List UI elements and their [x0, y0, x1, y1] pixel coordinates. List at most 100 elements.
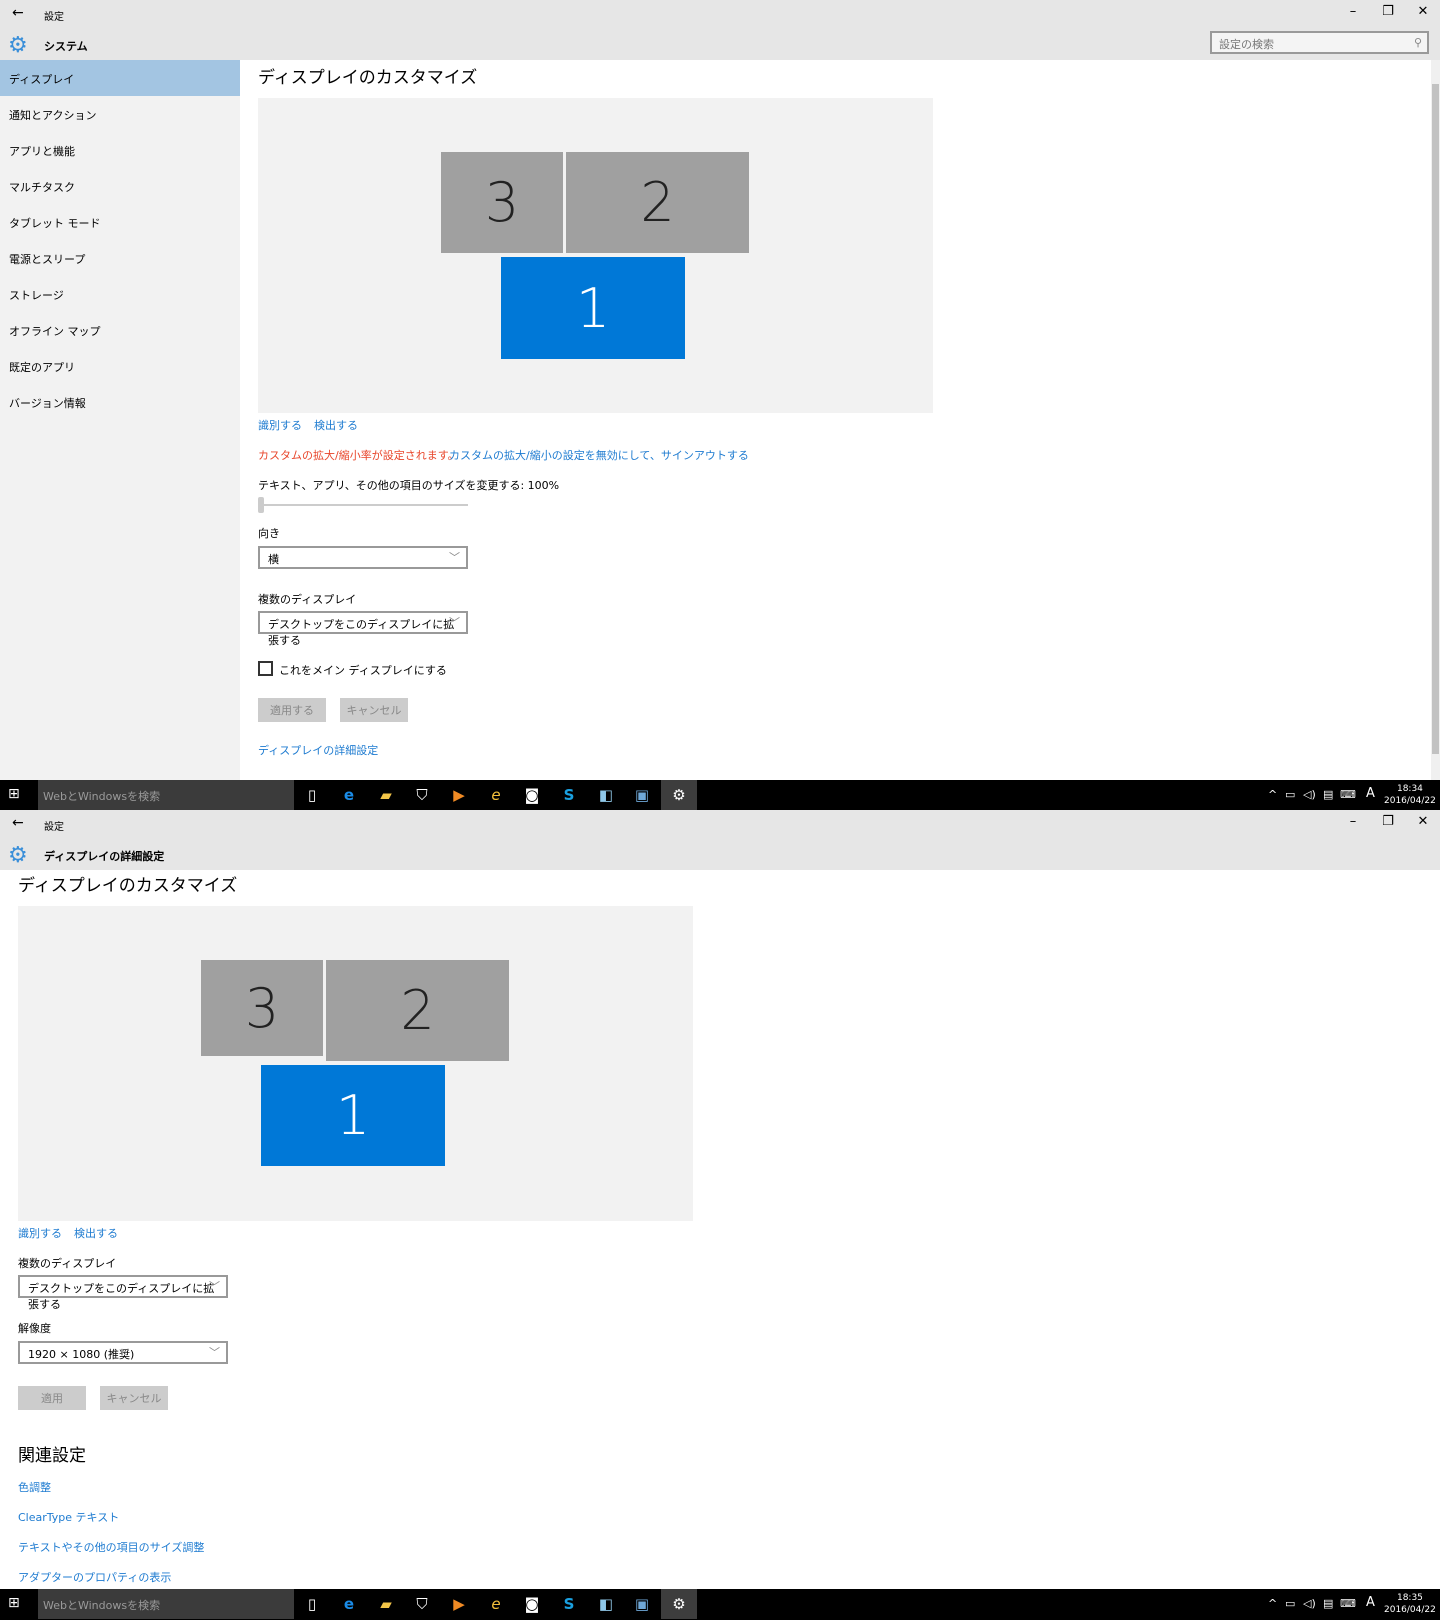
sidebar-item-storage[interactable]: ストレージ	[0, 276, 240, 312]
media-player-icon[interactable]: ▶	[441, 1589, 477, 1619]
main-display-checkbox[interactable]	[258, 661, 273, 676]
volume-icon[interactable]: ◁)	[1303, 788, 1316, 801]
apply-button[interactable]: 適用	[18, 1386, 86, 1410]
file-explorer-icon[interactable]: ▰	[368, 780, 404, 810]
page-heading: ディスプレイのカスタマイズ	[18, 876, 238, 896]
skype-icon[interactable]: S	[551, 1589, 587, 1619]
monitor-1[interactable]: 1	[261, 1065, 445, 1166]
network-icon[interactable]: ▭	[1285, 1597, 1295, 1610]
tray-chevron-icon[interactable]: ^	[1268, 788, 1277, 801]
scrollbar-thumb[interactable]	[1432, 84, 1439, 754]
taskbar: ⊞ WebとWindowsを検索 ▯ e ▰ ⛉ ▶ e ◙ S ◧ ▣ ⚙ ^…	[0, 1589, 1440, 1620]
search-icon[interactable]: ⚲	[1414, 36, 1422, 49]
clock[interactable]: 18:34 2016/04/22	[1384, 783, 1436, 807]
back-arrow-icon[interactable]: ←	[12, 815, 24, 831]
notes-icon[interactable]: ◧	[588, 1589, 624, 1619]
disable-custom-scale-link[interactable]: カスタムの拡大/縮小の設定を無効にして、サインアウトする	[449, 447, 749, 463]
window-title: 設定	[44, 822, 64, 833]
edge-icon[interactable]: e	[331, 1589, 367, 1619]
back-arrow-icon[interactable]: ←	[12, 5, 24, 21]
notification-icon[interactable]: ▤	[1323, 788, 1333, 801]
internet-explorer-icon[interactable]: e	[478, 780, 514, 810]
task-view-icon[interactable]: ▯	[294, 780, 330, 810]
volume-icon[interactable]: ◁)	[1303, 1597, 1316, 1610]
sidebar-item-display[interactable]: ディスプレイ	[0, 60, 240, 96]
minimize-button[interactable]: –	[1338, 814, 1368, 829]
minimize-button[interactable]: –	[1338, 4, 1368, 19]
store-icon[interactable]: ⛉	[404, 1589, 440, 1619]
cancel-button[interactable]: キャンセル	[100, 1386, 168, 1410]
detect-link[interactable]: 検出する	[314, 417, 358, 433]
sidebar-item-default-apps[interactable]: 既定のアプリ	[0, 348, 240, 384]
app-icon[interactable]: ◙	[514, 1589, 550, 1619]
taskbar-search-input[interactable]: WebとWindowsを検索	[38, 1589, 294, 1619]
main-display-label: これをメイン ディスプレイにする	[279, 664, 447, 677]
settings-taskbar-icon[interactable]: ⚙	[661, 1589, 697, 1619]
windows-start-icon[interactable]: ⊞	[8, 1595, 20, 1611]
page-header: ⚙ ディスプレイの詳細設定	[0, 840, 1440, 870]
notification-icon[interactable]: ▤	[1323, 1597, 1333, 1610]
apply-button[interactable]: 適用する	[258, 698, 326, 722]
task-view-icon[interactable]: ▯	[294, 1589, 330, 1619]
orientation-label: 向き	[258, 527, 280, 540]
monitor-2[interactable]: 2	[566, 152, 749, 253]
internet-explorer-icon[interactable]: e	[478, 1589, 514, 1619]
close-button[interactable]: ✕	[1408, 814, 1438, 829]
multi-display-dropdown[interactable]: デスクトップをこのディスプレイに拡張する ﹀	[258, 611, 468, 647]
close-button[interactable]: ✕	[1408, 4, 1438, 19]
settings-search-input[interactable]: 設定の検索 ⚲	[1210, 31, 1429, 54]
network-icon[interactable]: ▭	[1285, 788, 1295, 801]
scale-slider-thumb[interactable]	[258, 497, 264, 513]
resolution-label: 解像度	[18, 1322, 51, 1335]
app-icon[interactable]: ◙	[514, 780, 550, 810]
monitor-1[interactable]: 1	[501, 257, 685, 359]
chevron-down-icon: ﹀	[209, 1346, 220, 1359]
identify-link[interactable]: 識別する	[258, 417, 302, 433]
sidebar-item-notifications[interactable]: 通知とアクション	[0, 96, 240, 132]
advanced-display-settings-link[interactable]: ディスプレイの詳細設定	[258, 742, 378, 758]
scrollbar[interactable]	[1431, 60, 1440, 780]
ime-indicator[interactable]: A	[1366, 1595, 1375, 1610]
restore-button[interactable]: ❐	[1373, 814, 1403, 829]
tray-chevron-icon[interactable]: ^	[1268, 1597, 1277, 1610]
keyboard-icon[interactable]: ⌨	[1340, 1597, 1356, 1610]
sidebar-item-offline-maps[interactable]: オフライン マップ	[0, 312, 240, 348]
cancel-button[interactable]: キャンセル	[340, 698, 408, 722]
sidebar-item-apps[interactable]: アプリと機能	[0, 132, 240, 168]
text-size-link[interactable]: テキストやその他の項目のサイズ調整	[18, 1539, 204, 1555]
monitor-3[interactable]: 3	[201, 960, 323, 1056]
taskbar-search-input[interactable]: WebとWindowsを検索	[38, 780, 294, 810]
sidebar-item-about[interactable]: バージョン情報	[0, 384, 240, 420]
monitor-3[interactable]: 3	[441, 152, 563, 253]
cleartype-link[interactable]: ClearType テキスト	[18, 1509, 119, 1525]
multi-display-dropdown[interactable]: デスクトップをこのディスプレイに拡張する ﹀	[18, 1275, 228, 1311]
edge-icon[interactable]: e	[331, 780, 367, 810]
display-preview	[18, 906, 693, 1221]
sidebar-item-multitask[interactable]: マルチタスク	[0, 168, 240, 204]
notes-icon[interactable]: ◧	[588, 780, 624, 810]
keyboard-icon[interactable]: ⌨	[1340, 788, 1356, 801]
restore-button[interactable]: ❐	[1373, 4, 1403, 19]
photos-icon[interactable]: ▣	[624, 780, 660, 810]
detect-link[interactable]: 検出する	[74, 1225, 118, 1241]
resolution-dropdown[interactable]: 1920 × 1080 (推奨) ﹀	[18, 1341, 228, 1364]
clock[interactable]: 18:35 2016/04/22	[1384, 1592, 1436, 1616]
media-player-icon[interactable]: ▶	[441, 780, 477, 810]
file-explorer-icon[interactable]: ▰	[368, 1589, 404, 1619]
photos-icon[interactable]: ▣	[624, 1589, 660, 1619]
scale-slider[interactable]	[258, 504, 468, 506]
identify-link[interactable]: 識別する	[18, 1225, 62, 1241]
color-calibration-link[interactable]: 色調整	[18, 1479, 51, 1495]
monitor-2[interactable]: 2	[326, 960, 509, 1061]
windows-start-icon[interactable]: ⊞	[8, 786, 20, 802]
ime-indicator[interactable]: A	[1366, 786, 1375, 801]
adapter-properties-link[interactable]: アダプターのプロパティの表示	[18, 1569, 171, 1585]
related-settings-heading: 関連設定	[18, 1446, 86, 1466]
multi-display-label: 複数のディスプレイ	[258, 593, 357, 606]
skype-icon[interactable]: S	[551, 780, 587, 810]
orientation-dropdown[interactable]: 横 ﹀	[258, 546, 468, 569]
settings-taskbar-icon[interactable]: ⚙	[661, 780, 697, 810]
sidebar-item-tablet[interactable]: タブレット モード	[0, 204, 240, 240]
store-icon[interactable]: ⛉	[404, 780, 440, 810]
sidebar-item-power[interactable]: 電源とスリープ	[0, 240, 240, 276]
